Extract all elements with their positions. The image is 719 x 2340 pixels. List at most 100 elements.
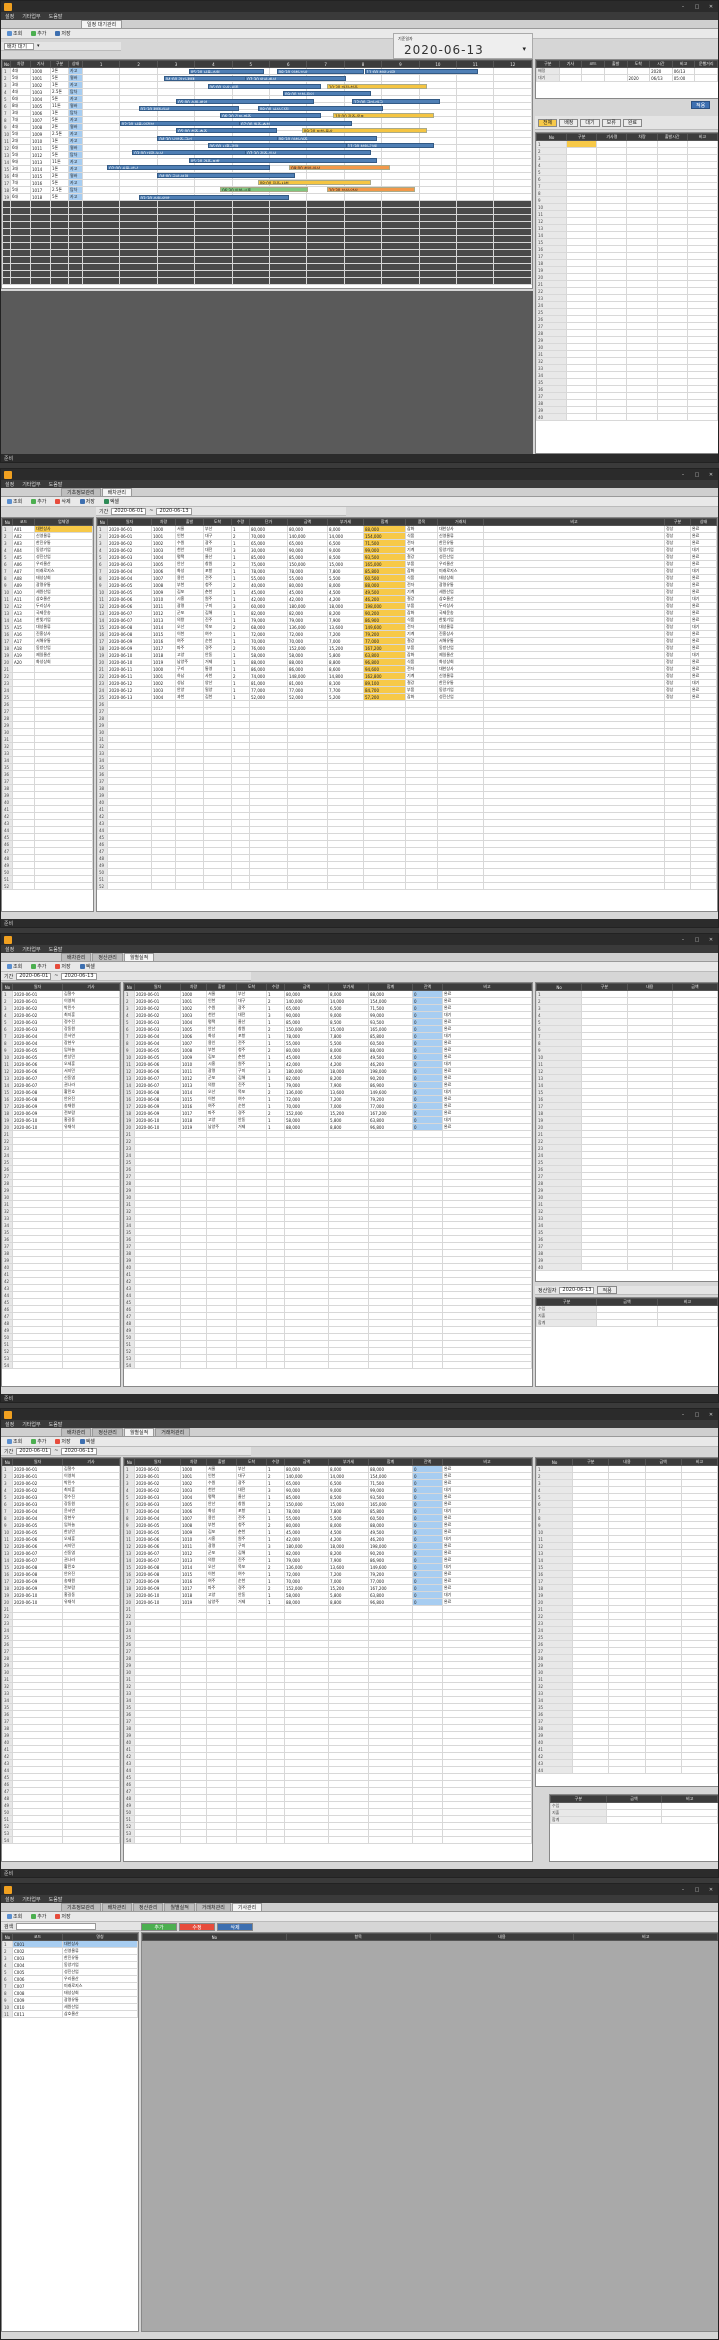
table-cell[interactable]: 2020-06-10 [107, 658, 152, 666]
table-cell[interactable]: 05:00 [671, 74, 696, 82]
table-cell[interactable]: 완료 [690, 588, 717, 596]
table-row[interactable]: 2 2020-06-01 1001 인천 대구 2 140,000 14,000 154,000… [124, 997, 532, 1005]
table-cell[interactable]: 2020-06-04 [12, 1514, 63, 1522]
table-cell[interactable]: 75,000 [249, 560, 288, 568]
table-cell[interactable]: 카고 [68, 81, 83, 89]
table-cell[interactable]: 1001 [30, 74, 51, 82]
minimize-icon[interactable]: – [679, 937, 687, 943]
table-row[interactable]: 14 2020-06-07 권나라 [2, 1556, 120, 1564]
table-cell[interactable]: 남양주 [175, 658, 204, 666]
table-cell[interactable]: 1 [231, 595, 250, 603]
table-cell[interactable]: 9,000 [327, 546, 364, 554]
table-cell[interactable]: 1 [266, 1556, 285, 1564]
table-cell[interactable]: 82,000 [284, 1074, 329, 1082]
table-cell[interactable]: 4,200 [328, 1060, 369, 1068]
toolbar-button[interactable]: 추가 [28, 1438, 49, 1446]
table-cell[interactable]: 85,000 [287, 553, 328, 561]
table-row[interactable]: 1 A01 대한상사 [2, 525, 93, 533]
toolbar-button[interactable]: 저장 [52, 1438, 73, 1446]
table-cell[interactable]: 1012 [151, 609, 176, 617]
table-cell[interactable]: 광주 [236, 1479, 267, 1487]
table-row[interactable]: 25 2020-06-13 1004 과천 김천 1 52,000 52,000 5,200 57… [97, 693, 717, 701]
table-row[interactable]: 6 2020-06-03 1005 안산 창원 2 150,000 15,000 165,000… [124, 1025, 532, 1033]
table-cell[interactable]: 71,500 [363, 539, 406, 547]
table-cell[interactable]: 완료 [442, 1109, 532, 1117]
table-cell[interactable]: 152,000 [284, 1109, 329, 1117]
table-cell[interactable]: 2 [266, 1046, 285, 1054]
table-cell[interactable]: 시흥 [175, 595, 204, 603]
table-cell[interactable]: 0 [412, 1011, 443, 1019]
table-cell[interactable]: 1 [266, 1479, 285, 1487]
table-cell[interactable]: 2 [266, 1472, 285, 1480]
menu-item[interactable]: 기타업무 [22, 946, 40, 953]
table-row[interactable]: 19 2020-06-10 1018 고양 안동 1 58,000 58,000 5,800 63… [97, 651, 717, 659]
table-cell[interactable] [605, 1802, 663, 1810]
table-cell[interactable]: 1008 [180, 1521, 207, 1529]
table-cell[interactable]: 춘천 [236, 1053, 267, 1061]
table-cell[interactable]: 정상 [664, 644, 691, 652]
menu-item[interactable]: 설정 [5, 946, 14, 953]
schedule-bar[interactable]: 08:00 서산-당진 [257, 106, 384, 111]
table-cell[interactable]: 파주 [206, 1109, 237, 1117]
table-row[interactable]: 17 2020-06-09 1016 여주 순천 1 70,000 70,000 7,000 77… [97, 637, 717, 645]
table-row[interactable]: 4 2020-06-02 최지훈 [2, 1486, 120, 1494]
column-header[interactable]: 구분 [50, 60, 69, 68]
table-cell[interactable]: 성진산업 [437, 553, 484, 561]
schedule-bar[interactable]: 05:00 청주-충주 [176, 128, 277, 134]
table-row[interactable]: 11 2020-06-06 오세훈 [2, 1535, 120, 1543]
table-cell[interactable]: 1006 [30, 109, 51, 117]
table-cell[interactable]: 밀양 [203, 686, 232, 694]
table-cell[interactable]: 원주 [236, 1535, 267, 1543]
column-header[interactable]: 일자 [12, 983, 63, 991]
table-cell[interactable]: 1 [266, 1591, 285, 1599]
table-cell[interactable]: 88,000 [368, 1465, 413, 1473]
table-row[interactable]: 3 A03 한진유통 [2, 539, 93, 547]
table-cell[interactable]: 0 [412, 1472, 443, 1480]
table-cell[interactable]: 안동 [236, 1591, 267, 1599]
table-cell[interactable]: 완료 [690, 609, 717, 617]
table-cell[interactable]: A04 [12, 546, 35, 554]
table-cell[interactable]: 대기 [442, 1116, 532, 1124]
table-cell[interactable]: 80,000 [284, 990, 329, 998]
column-header[interactable]: 기사 [558, 60, 583, 68]
table-cell[interactable]: 2020-06-08 [12, 1563, 63, 1571]
table-cell[interactable]: 58,000 [284, 1591, 329, 1599]
table-cell[interactable]: 완료 [442, 1025, 532, 1033]
close-icon[interactable]: ✕ [707, 937, 715, 943]
table-cell[interactable]: 1013 [180, 1081, 207, 1089]
table-cell[interactable]: 신영물류 [62, 1947, 138, 1955]
table-row[interactable]: 16 2020-06-08 1015 이천 여수 1 72,000 72,000 7,200 79… [97, 630, 717, 638]
column-header[interactable]: 구분 [566, 133, 598, 141]
table-cell[interactable]: 60,500 [368, 1514, 413, 1522]
table-cell[interactable]: 완료 [442, 1018, 532, 1026]
table-cell[interactable]: 창원 [236, 1500, 267, 1508]
table-cell[interactable]: 85,800 [368, 1507, 413, 1515]
column-header[interactable]: 비고 [680, 1458, 718, 1466]
table-row[interactable]: 5 2020-06-03 1004 평택 울산 1 85,000 8,500 93,500 0 완료 [124, 1493, 532, 1501]
table-cell[interactable]: 창원 [236, 1025, 267, 1033]
table-cell[interactable]: 대기 [442, 1507, 532, 1515]
table-cell[interactable]: 고양 [206, 1591, 237, 1599]
table-cell[interactable]: 84,700 [363, 686, 406, 694]
table-cell[interactable]: 60,000 [249, 602, 288, 610]
table-cell[interactable]: 1톤 [50, 137, 69, 145]
table-cell[interactable]: 2 [231, 644, 250, 652]
table-cell[interactable]: 74,000 [249, 672, 288, 680]
table-cell[interactable]: 2020-06-07 [134, 1549, 181, 1557]
column-header[interactable]: 비고 [442, 983, 532, 991]
table-cell[interactable]: 0 [412, 1556, 443, 1564]
table-cell[interactable]: 통영 [203, 665, 232, 673]
table-cell[interactable]: 광명유통 [62, 1996, 138, 2004]
table-cell[interactable]: 안동 [236, 1116, 267, 1124]
table-cell[interactable]: 한빛기업 [34, 616, 93, 624]
table-cell[interactable]: 2020-06-05 [12, 1521, 63, 1529]
table-cell[interactable]: 안산 [206, 1500, 237, 1508]
table-cell[interactable]: 2020-06-07 [134, 1074, 181, 1082]
table-row[interactable]: 1 C001 대한상사 [2, 1940, 138, 1948]
column-header[interactable]: 차량 [180, 983, 207, 991]
table-cell[interactable]: 완료 [442, 1465, 532, 1473]
table-cell[interactable]: 8,800 [327, 658, 364, 666]
table-cell[interactable]: 2020-06-06 [107, 602, 152, 610]
table-cell[interactable]: 홍길동 [62, 1116, 120, 1124]
table-row[interactable]: 1 2020-06-01 1000 서울 부산 1 80,000 8,000 88,000 0 완료 [124, 1465, 532, 1473]
